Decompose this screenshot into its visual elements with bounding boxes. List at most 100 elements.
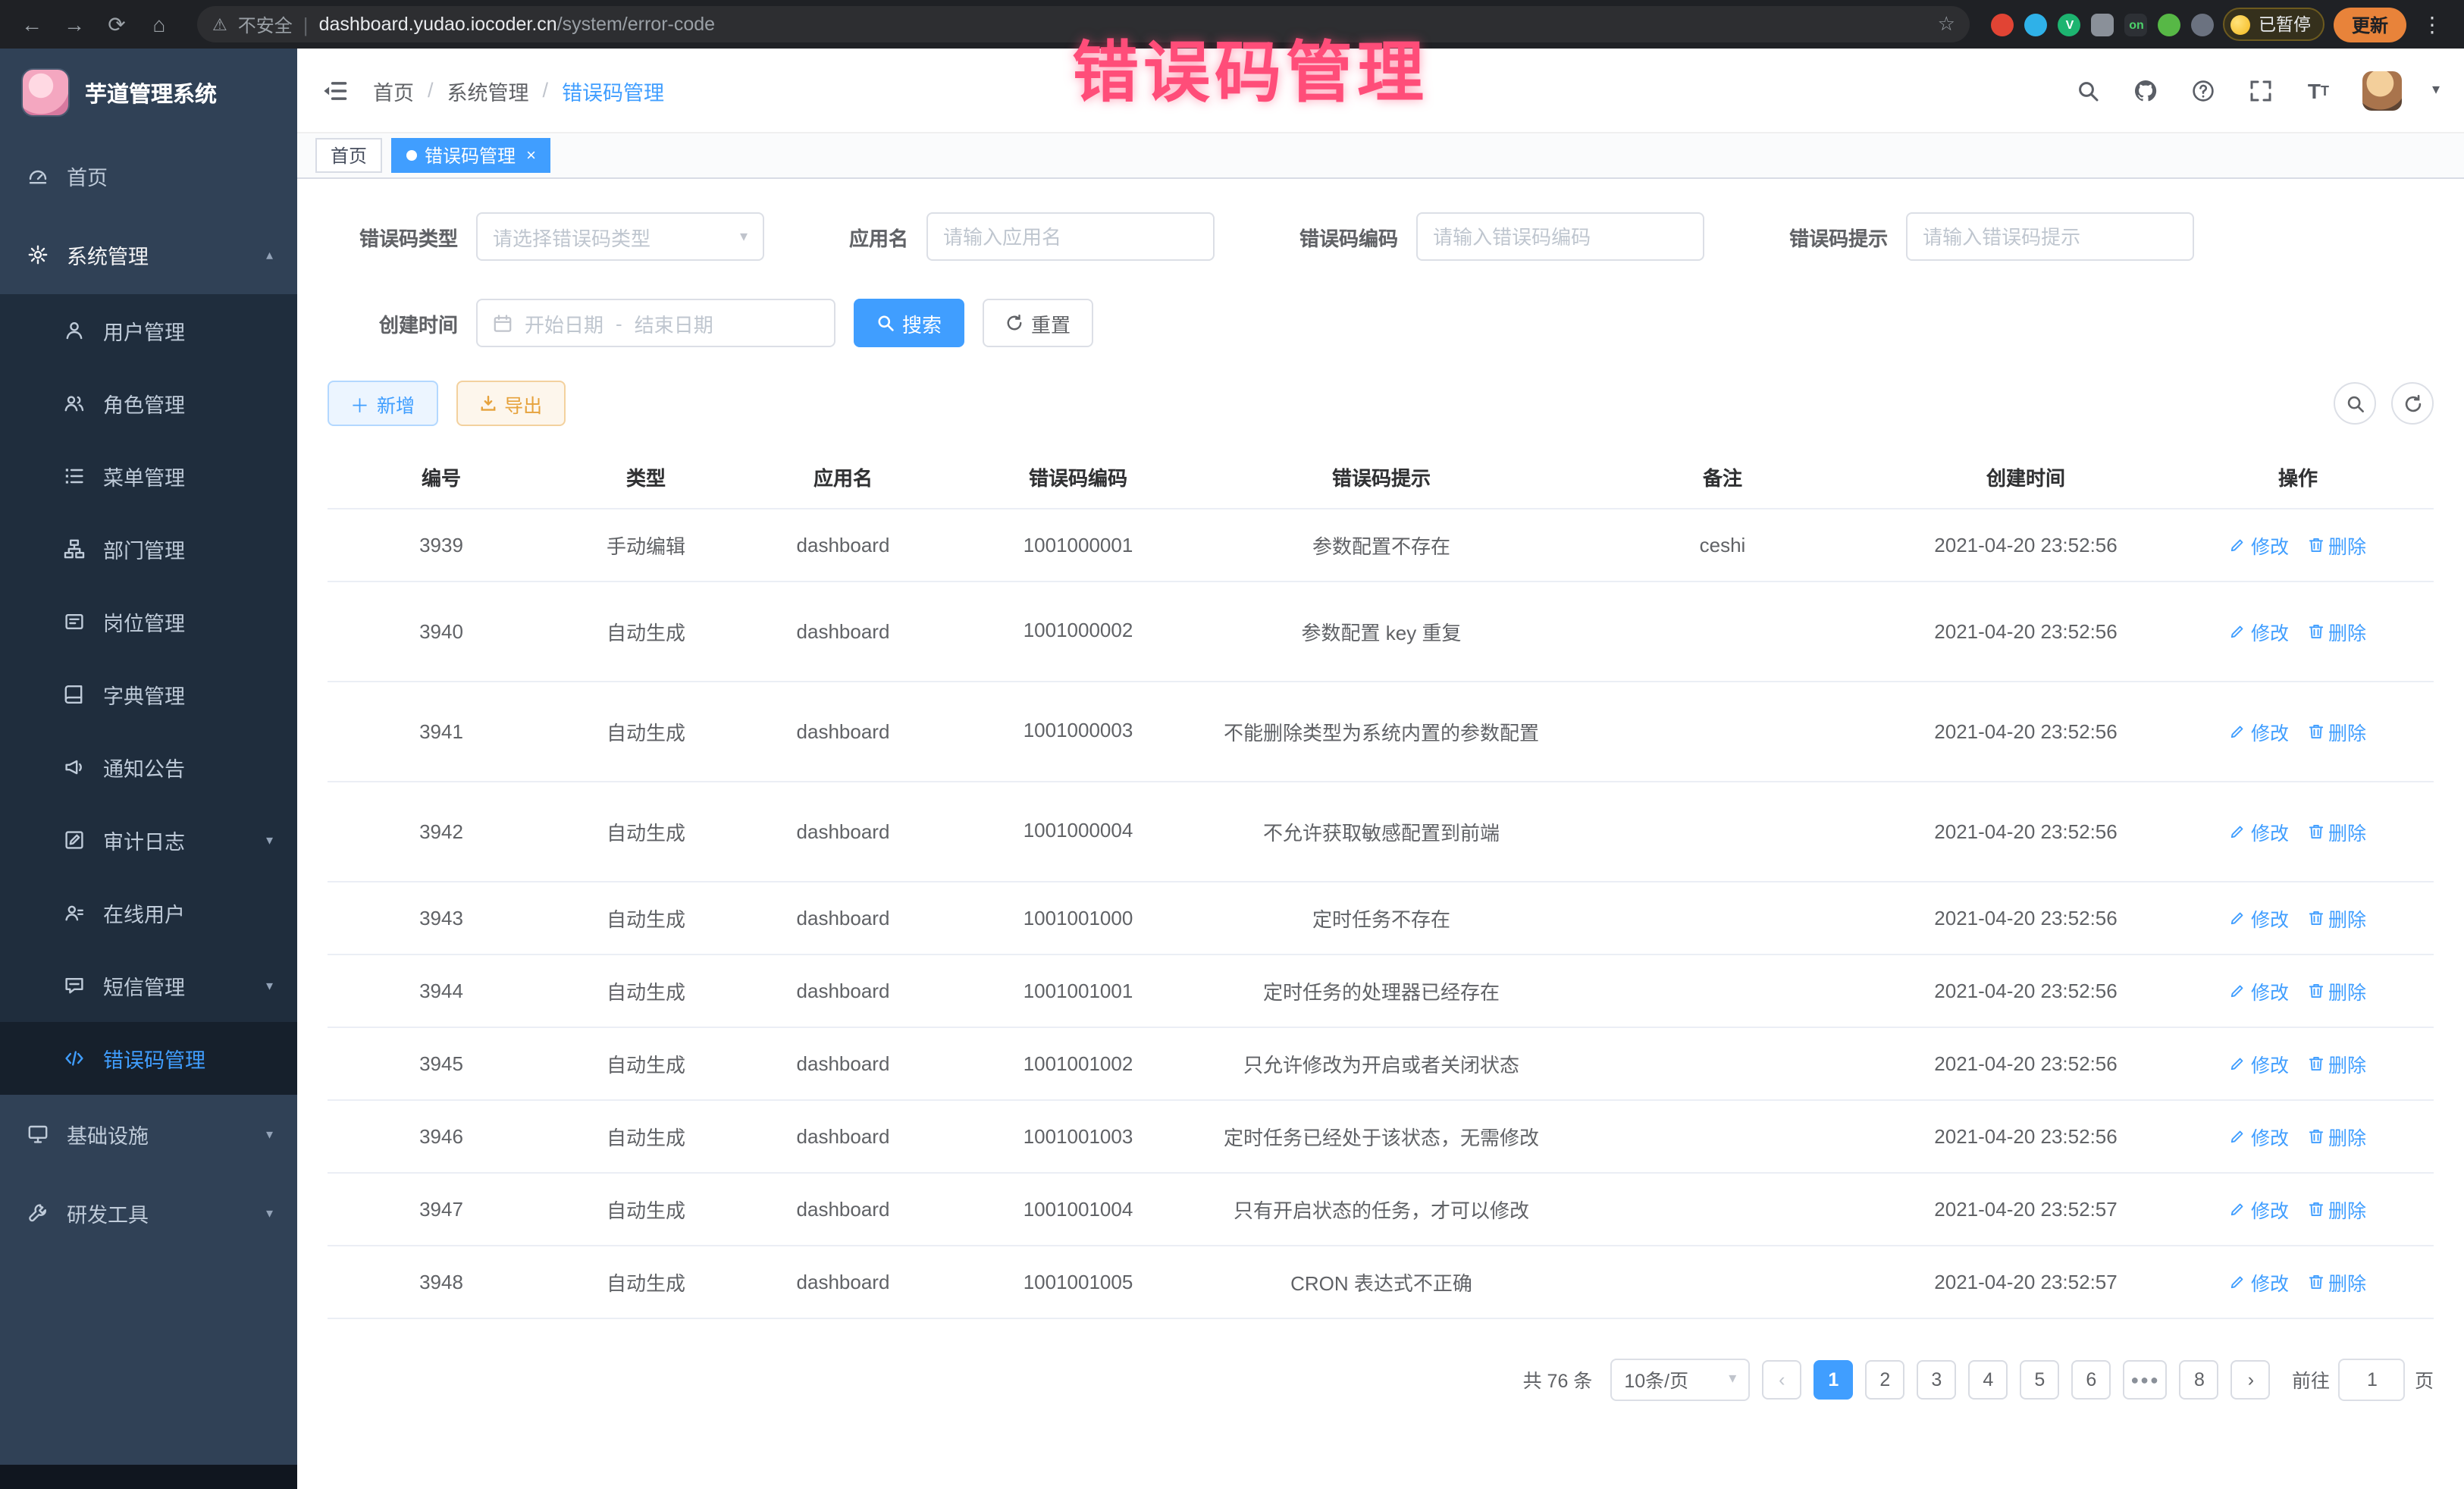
table-toolbar: ＋ 新增 导出 (328, 381, 2434, 426)
breadcrumb-system[interactable]: 系统管理 (447, 75, 529, 105)
table-row: 3941自动生成dashboard1001000003不能删除类型为系统内置的参… (328, 681, 2434, 781)
sidebar-item-sms-management[interactable]: 短信管理▾ (0, 949, 297, 1022)
sidebar-item-home[interactable]: 首页 (0, 136, 297, 215)
delete-link[interactable]: 删除 (2307, 976, 2366, 1005)
delete-link[interactable]: 删除 (2307, 817, 2366, 845)
extension-on-icon[interactable]: on (2125, 13, 2148, 36)
sidebar-item-post-management[interactable]: 岗位管理 (0, 585, 297, 658)
browser-reload-button[interactable]: ⟳ (100, 8, 133, 41)
sidebar-item-online-users[interactable]: 在线用户 (0, 876, 297, 949)
page-button-4[interactable]: 4 (1968, 1359, 2008, 1399)
browser-forward-button[interactable]: → (58, 8, 91, 41)
delete-link[interactable]: 删除 (2307, 1194, 2366, 1223)
delete-link[interactable]: 删除 (2307, 1049, 2366, 1077)
delete-link[interactable]: 删除 (2307, 616, 2366, 645)
chevron-down-icon[interactable]: ▾ (2432, 82, 2440, 99)
sidebar-item-role-management[interactable]: 角色管理 (0, 367, 297, 440)
extension-green-v-icon[interactable]: V (2058, 13, 2081, 36)
hamburger-icon[interactable] (321, 75, 352, 105)
app-logo[interactable]: 芋道管理系统 (0, 49, 297, 136)
help-icon[interactable] (2190, 77, 2217, 104)
edit-link[interactable]: 修改 (2230, 1121, 2289, 1150)
delete-link[interactable]: 删除 (2307, 1267, 2366, 1296)
sidebar-item-menu-management[interactable]: 菜单管理 (0, 440, 297, 513)
page-button-1[interactable]: 1 (1814, 1359, 1853, 1399)
browser-home-button[interactable]: ⌂ (143, 8, 176, 41)
sidebar-item-system-management[interactable]: 系统管理▴ (0, 215, 297, 294)
sidebar-item-dept-management[interactable]: 部门管理 (0, 513, 297, 585)
export-button[interactable]: 导出 (456, 381, 565, 426)
pager-ellipsis[interactable]: ●●● (2123, 1359, 2168, 1399)
edit-link[interactable]: 修改 (2230, 976, 2289, 1005)
page-button-2[interactable]: 2 (1865, 1359, 1904, 1399)
page-button-5[interactable]: 5 (2020, 1359, 2059, 1399)
fullscreen-icon[interactable] (2247, 77, 2274, 104)
cell-type: 自动生成 (555, 1099, 737, 1172)
prev-page-button[interactable]: ‹ (1762, 1359, 1801, 1399)
delete-link[interactable]: 删除 (2307, 530, 2366, 559)
page-button-6[interactable]: 6 (2071, 1359, 2111, 1399)
delete-link[interactable]: 删除 (2307, 716, 2366, 745)
page-button-8[interactable]: 8 (2180, 1359, 2219, 1399)
sidebar-item-dev-tools[interactable]: 研发工具▾ (0, 1174, 297, 1252)
sidebar-item-user-management[interactable]: 用户管理 (0, 294, 297, 367)
error-type-select[interactable]: 请选择错误码类型 ▾ (476, 212, 764, 261)
delete-link[interactable]: 删除 (2307, 903, 2366, 932)
close-icon[interactable]: × (526, 146, 536, 165)
sidebar-menu: 首页系统管理▴用户管理角色管理菜单管理部门管理岗位管理字典管理通知公告审计日志▾… (0, 136, 297, 1252)
sidebar-item-infrastructure[interactable]: 基础设施▾ (0, 1095, 297, 1174)
page-button-3[interactable]: 3 (1917, 1359, 1956, 1399)
browser-back-button[interactable]: ← (15, 8, 49, 41)
edit-link[interactable]: 修改 (2230, 1267, 2289, 1296)
date-range-picker[interactable]: 开始日期 - 结束日期 (476, 299, 835, 347)
search-icon[interactable] (2074, 77, 2102, 104)
edit-link[interactable]: 修改 (2230, 716, 2289, 745)
sidebar-item-error-code-management[interactable]: 错误码管理 (0, 1022, 297, 1095)
browser-update-button[interactable]: 更新 (2334, 7, 2406, 42)
paused-badge[interactable]: 已暂停 (2224, 8, 2324, 41)
extension-blue-icon[interactable] (2025, 13, 2048, 36)
table-row: 3948自动生成dashboard1001001005CRON 表达式不正确20… (328, 1245, 2434, 1318)
next-page-button[interactable]: › (2231, 1359, 2271, 1399)
sidebar-item-audit-log[interactable]: 审计日志▾ (0, 804, 297, 876)
table-row: 3940自动生成dashboard1001000002参数配置 key 重复20… (328, 581, 2434, 681)
extension-paw-icon[interactable] (2192, 13, 2215, 36)
extension-red-icon[interactable] (1992, 13, 2014, 36)
page-size-select[interactable]: 10条/页 ▾ (1610, 1358, 1750, 1400)
tab-home[interactable]: 首页 (315, 138, 382, 173)
bookmark-star-icon[interactable]: ☆ (1938, 12, 1955, 36)
error-hint-input[interactable] (1906, 212, 2194, 261)
column-header: 错误码提示 (1207, 447, 1556, 508)
edit-link[interactable]: 修改 (2230, 1049, 2289, 1077)
app-name-input[interactable] (926, 212, 1215, 261)
sidebar-item-dict-management[interactable]: 字典管理 (0, 658, 297, 731)
cell-time: 2021-04-20 23:52:56 (1889, 881, 2162, 954)
tab-error-code[interactable]: 错误码管理 × (391, 138, 551, 173)
edit-link[interactable]: 修改 (2230, 903, 2289, 932)
announcement-icon (61, 757, 88, 778)
error-code-input[interactable] (1416, 212, 1704, 261)
edit-link[interactable]: 修改 (2230, 616, 2289, 645)
edit-link[interactable]: 修改 (2230, 530, 2289, 559)
font-size-icon[interactable]: TT (2305, 77, 2332, 104)
extension-puzzle-icon[interactable] (2092, 13, 2114, 36)
error-code-table: 编号类型应用名错误码编码错误码提示备注创建时间操作 3939手动编辑dashbo… (328, 447, 2434, 1318)
sidebar-item-notice-announcement[interactable]: 通知公告 (0, 731, 297, 804)
show-search-button[interactable] (2334, 382, 2376, 425)
edit-link[interactable]: 修改 (2230, 817, 2289, 845)
goto-page-input[interactable] (2339, 1358, 2406, 1400)
extension-leaf-icon[interactable] (2158, 13, 2181, 36)
address-bar[interactable]: ⚠ 不安全 | dashboard.yudao.iocoder.cn/syste… (197, 6, 1970, 42)
refresh-button[interactable] (2391, 382, 2434, 425)
delete-link[interactable]: 删除 (2307, 1121, 2366, 1150)
browser-menu-icon[interactable]: ⋮ (2415, 11, 2449, 37)
edit-link[interactable]: 修改 (2230, 1194, 2289, 1223)
user-avatar[interactable] (2362, 71, 2402, 110)
goto-page: 前往 页 (2292, 1358, 2434, 1400)
cell-id: 3943 (328, 881, 555, 954)
github-icon[interactable] (2132, 77, 2159, 104)
reset-button[interactable]: 重置 (983, 299, 1093, 347)
add-button[interactable]: ＋ 新增 (328, 381, 437, 426)
search-button[interactable]: 搜索 (854, 299, 964, 347)
breadcrumb-home[interactable]: 首页 (373, 75, 414, 105)
